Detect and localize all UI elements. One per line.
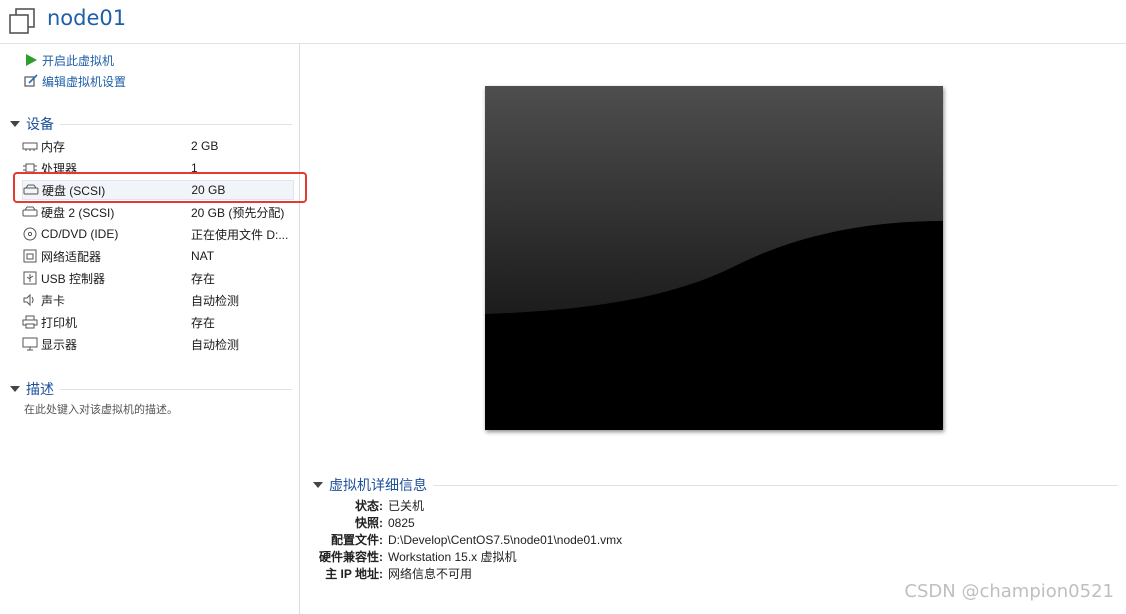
detail-value: 网络信息不可用 xyxy=(388,567,473,581)
watermark: CSDN @champion0521 xyxy=(904,581,1114,602)
device-name: 声卡 xyxy=(41,293,66,308)
memory-icon xyxy=(22,142,38,151)
device-row-display[interactable]: 显示器 自动检测 xyxy=(22,334,294,354)
section-divider xyxy=(433,484,1118,486)
detail-value: 0825 xyxy=(388,515,415,530)
screen-thumbnail-graphic xyxy=(485,86,943,430)
detail-value: D:\Develop\CentOS7.5\node01\node01.vmx xyxy=(388,532,623,547)
details-section-header[interactable]: 虚拟机详细信息 xyxy=(313,476,1118,494)
device-value: 正在使用文件 D:... xyxy=(191,227,289,242)
device-name: USB 控制器 xyxy=(41,271,106,286)
description-section-header[interactable]: 描述 xyxy=(10,380,292,398)
description-section-title: 描述 xyxy=(26,381,54,397)
device-value: 自动检测 xyxy=(191,337,240,352)
detail-row-ip-address: 主 IP 地址: 网络信息不可用 xyxy=(300,565,472,582)
printer-icon xyxy=(22,315,38,329)
devices-section-header[interactable]: 设备 xyxy=(10,115,292,133)
device-row-usb[interactable]: USB 控制器 存在 xyxy=(22,268,294,288)
device-value: NAT xyxy=(191,249,215,263)
cdrom-icon xyxy=(23,227,37,241)
device-name: 打印机 xyxy=(41,315,78,330)
detail-row-snapshot: 快照: 0825 xyxy=(300,514,415,531)
detail-key: 快照: xyxy=(355,516,383,530)
detail-row-hardware-compat: 硬件兼容性: Workstation 15.x 虚拟机 xyxy=(300,548,517,565)
detail-value: 已关机 xyxy=(388,499,425,513)
detail-value: Workstation 15.x 虚拟机 xyxy=(388,550,517,564)
device-value: 2 GB xyxy=(191,139,219,153)
collapse-arrow-icon xyxy=(10,121,20,127)
device-row-harddisk-2[interactable]: 硬盘 2 (SCSI) 20 GB (预先分配) xyxy=(22,202,294,222)
detail-key: 配置文件: xyxy=(331,533,383,547)
edit-settings-label: 编辑虚拟机设置 xyxy=(42,74,127,89)
collapse-arrow-icon xyxy=(10,386,20,392)
description-input[interactable]: 在此处键入对该虚拟机的描述。 xyxy=(24,401,178,417)
device-row-network[interactable]: 网络适配器 NAT xyxy=(22,246,294,266)
detail-row-status: 状态: 已关机 xyxy=(300,497,424,514)
play-icon xyxy=(26,54,37,66)
vm-screen-preview[interactable] xyxy=(485,86,943,430)
title-bar: node01 xyxy=(0,0,1126,44)
devices-section-title: 设备 xyxy=(26,116,54,132)
device-name: 硬盘 2 (SCSI) xyxy=(41,205,115,220)
device-name: CD/DVD (IDE) xyxy=(41,227,119,241)
section-divider xyxy=(60,388,292,390)
device-value: 自动检测 xyxy=(191,293,240,308)
device-row-printer[interactable]: 打印机 存在 xyxy=(22,312,294,332)
power-on-label: 开启此虚拟机 xyxy=(42,53,115,68)
virtual-machine-icon xyxy=(9,8,35,34)
usb-icon xyxy=(23,271,37,285)
harddisk-icon xyxy=(22,206,38,217)
device-row-memory[interactable]: 内存 2 GB xyxy=(22,136,294,156)
device-value: 20 GB (预先分配) xyxy=(191,205,285,220)
selection-highlight-box xyxy=(13,172,307,203)
detail-row-config-file: 配置文件: D:\Develop\CentOS7.5\node01\node01… xyxy=(300,531,622,548)
edit-settings-icon xyxy=(24,74,38,87)
device-row-cdrom[interactable]: CD/DVD (IDE) 正在使用文件 D:... xyxy=(22,224,294,244)
device-row-sound[interactable]: 声卡 自动检测 xyxy=(22,290,294,310)
device-name: 网络适配器 xyxy=(41,249,102,264)
device-value: 存在 xyxy=(191,271,216,286)
detail-key: 状态: xyxy=(355,499,383,513)
vm-title: node01 xyxy=(47,6,127,30)
details-section-title: 虚拟机详细信息 xyxy=(329,477,427,493)
detail-key: 主 IP 地址: xyxy=(325,567,383,581)
device-value: 存在 xyxy=(191,315,216,330)
device-name: 显示器 xyxy=(41,337,78,352)
collapse-arrow-icon xyxy=(313,482,323,488)
speaker-icon xyxy=(23,293,34,307)
section-divider xyxy=(60,123,292,125)
network-icon xyxy=(23,249,37,263)
edit-settings-action[interactable]: 编辑虚拟机设置 xyxy=(24,72,126,90)
device-name: 内存 xyxy=(41,139,66,154)
monitor-icon xyxy=(22,337,38,351)
detail-key: 硬件兼容性: xyxy=(319,550,383,564)
power-on-action[interactable]: 开启此虚拟机 xyxy=(24,51,114,69)
